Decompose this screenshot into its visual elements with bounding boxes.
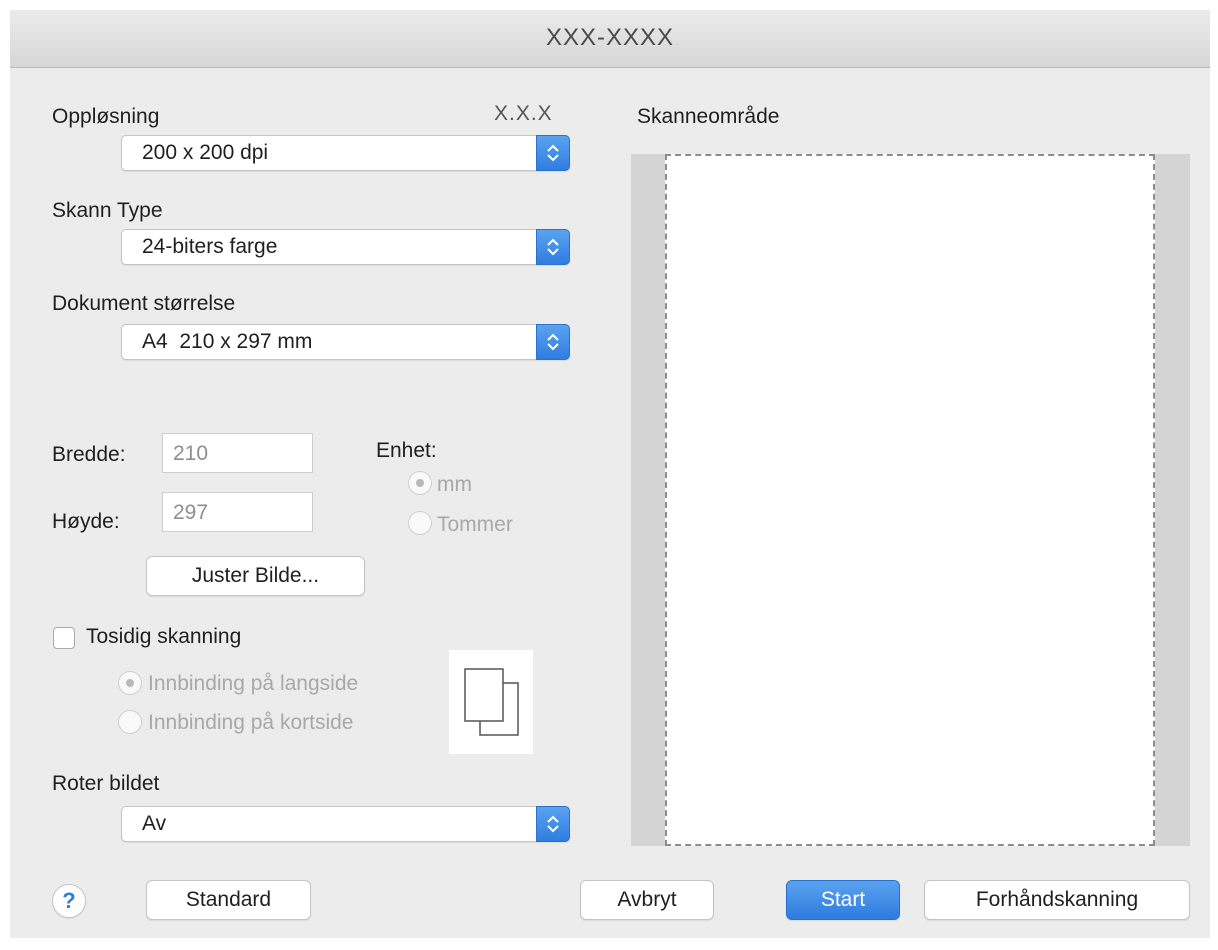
duplex-checkbox[interactable] (53, 627, 75, 649)
rotate-select[interactable]: Av (121, 806, 570, 842)
unit-mm-radio[interactable] (408, 471, 432, 495)
scan-page-outline[interactable] (665, 154, 1155, 846)
unit-inch-label: Tommer (437, 513, 513, 536)
rotate-value: Av (142, 812, 167, 835)
scan-type-label: Skann Type (52, 199, 163, 222)
binding-long-label: Innbinding på langside (148, 672, 359, 695)
scan-type-value: 24-biters farge (142, 235, 278, 258)
chevron-updown-icon (536, 229, 570, 265)
unit-label: Enhet: (376, 439, 437, 462)
help-icon[interactable]: ? (52, 884, 86, 918)
title-bar: XXX-XXXX (10, 10, 1210, 68)
width-field[interactable]: 210 (162, 433, 313, 473)
resolution-select[interactable]: 200 x 200 dpi (121, 135, 570, 171)
chevron-updown-icon (536, 806, 570, 842)
rotate-label: Roter bildet (52, 772, 160, 795)
binding-long-radio[interactable] (118, 671, 142, 695)
window-title: XXX-XXXX (545, 24, 675, 51)
scan-type-select[interactable]: 24-biters farge (121, 229, 570, 265)
binding-short-label: Innbinding på kortside (148, 711, 354, 734)
binding-short-radio[interactable] (118, 710, 142, 734)
width-label: Bredde: (52, 443, 126, 466)
height-label: Høyde: (52, 510, 120, 533)
height-value: 297 (173, 501, 209, 524)
cancel-button[interactable]: Avbryt (580, 880, 714, 920)
radio-selected-dot (126, 679, 134, 687)
document-size-value: A4 210 x 297 mm (142, 330, 313, 353)
document-size-select[interactable]: A4 210 x 297 mm (121, 324, 570, 360)
scan-area-preview[interactable] (631, 154, 1190, 846)
resolution-value: 200 x 200 dpi (142, 141, 269, 164)
resolution-badge: X.X.X (494, 102, 553, 125)
height-field[interactable]: 297 (162, 492, 313, 532)
scan-area-label: Skanneområde (637, 105, 780, 128)
default-button[interactable]: Standard (146, 880, 311, 920)
document-size-label: Dokument størrelse (52, 292, 236, 315)
duplex-label: Tosidig skanning (86, 625, 242, 648)
unit-mm-label: mm (437, 473, 472, 496)
resolution-label: Oppløsning (52, 105, 160, 128)
adjust-image-button[interactable]: Juster Bilde... (146, 556, 365, 596)
scan-dialog-window: XXX-XXXX Oppløsning X.X.X 200 x 200 dpi … (10, 10, 1210, 938)
chevron-updown-icon (536, 135, 570, 171)
duplex-pages-icon (449, 650, 533, 754)
width-value: 210 (173, 442, 209, 465)
radio-selected-dot (416, 479, 424, 487)
start-button[interactable]: Start (786, 880, 900, 920)
unit-inch-radio[interactable] (408, 511, 432, 535)
chevron-updown-icon (536, 324, 570, 360)
prescan-button[interactable]: Forhåndskanning (924, 880, 1190, 920)
